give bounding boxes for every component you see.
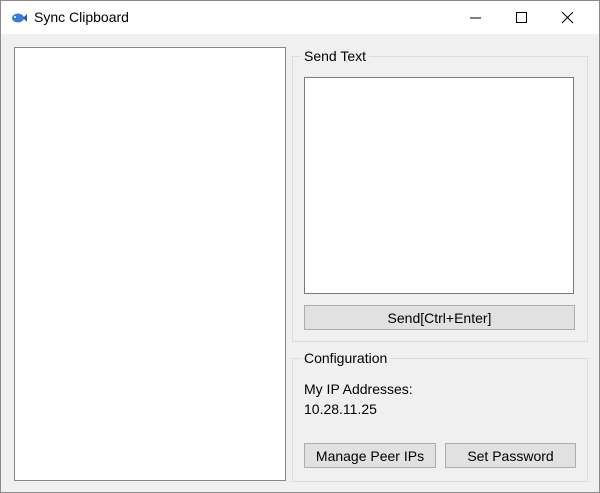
configuration-group-label: Configuration (301, 350, 391, 366)
window-title: Sync Clipboard (34, 9, 129, 25)
minimize-button[interactable] (453, 1, 499, 34)
send-text-input[interactable] (304, 77, 574, 294)
minimize-icon (470, 17, 481, 19)
set-password-button[interactable]: Set Password (445, 443, 576, 468)
close-button[interactable] (545, 1, 591, 34)
maximize-button[interactable] (499, 1, 545, 34)
my-ip-value: 10.28.11.25 (304, 401, 377, 417)
client-area: Send Text Send[Ctrl+Enter] Configuration… (1, 34, 599, 492)
send-button[interactable]: Send[Ctrl+Enter] (304, 305, 575, 330)
title-bar[interactable]: Sync Clipboard (1, 1, 599, 34)
clipboard-history-list[interactable] (14, 47, 286, 481)
send-text-group: Send Text Send[Ctrl+Enter] (292, 48, 588, 342)
fish-icon (11, 10, 27, 26)
my-ip-label: My IP Addresses: (304, 381, 413, 397)
app-window: Sync Clipboard Send Text Send[Ctrl+Enter… (0, 0, 600, 493)
configuration-group: Configuration My IP Addresses: 10.28.11.… (292, 350, 588, 482)
maximize-icon (516, 12, 527, 23)
close-icon (562, 12, 574, 24)
manage-peer-ips-button[interactable]: Manage Peer IPs (304, 443, 436, 468)
send-text-group-label: Send Text (301, 48, 370, 64)
